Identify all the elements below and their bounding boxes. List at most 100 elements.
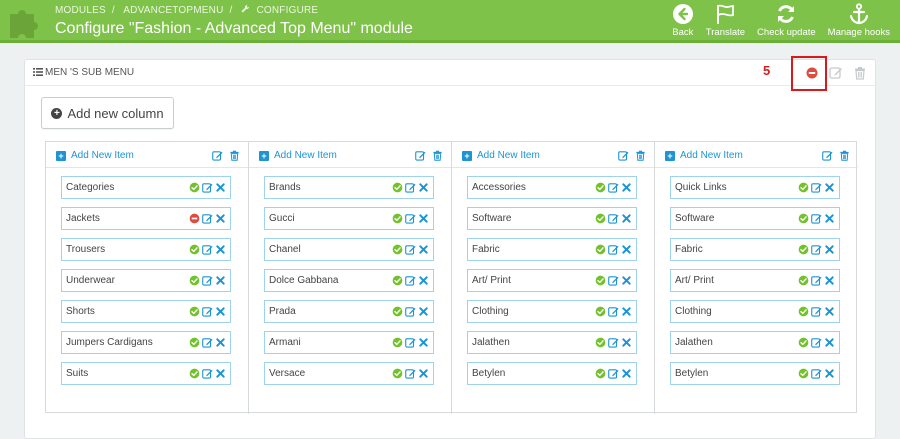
add-new-column-button[interactable]: + Add new column — [41, 97, 174, 129]
manage-hooks-button[interactable]: Manage hooks — [822, 3, 896, 38]
trash-icon[interactable] — [635, 150, 646, 161]
edit-icon[interactable] — [405, 368, 416, 379]
delete-x-icon[interactable] — [215, 244, 226, 255]
enabled-check-icon[interactable] — [798, 182, 809, 193]
enabled-check-icon[interactable] — [595, 337, 606, 348]
delete-x-icon[interactable] — [824, 337, 835, 348]
enabled-check-icon[interactable] — [392, 306, 403, 317]
delete-x-icon[interactable] — [824, 275, 835, 286]
menu-item[interactable]: Quick Links — [670, 176, 840, 199]
delete-x-icon[interactable] — [418, 182, 429, 193]
edit-icon[interactable] — [202, 337, 213, 348]
delete-x-icon[interactable] — [418, 275, 429, 286]
menu-item[interactable]: Suits — [61, 362, 231, 385]
enabled-check-icon[interactable] — [392, 337, 403, 348]
edit-icon[interactable] — [415, 150, 426, 161]
edit-icon[interactable] — [811, 337, 822, 348]
add-new-item-button[interactable]: + Add New Item — [665, 150, 743, 161]
delete-x-icon[interactable] — [418, 306, 429, 317]
edit-icon[interactable] — [202, 306, 213, 317]
menu-item[interactable]: Art/ Print — [467, 269, 637, 292]
enabled-check-icon[interactable] — [189, 306, 200, 317]
edit-icon[interactable] — [811, 275, 822, 286]
delete-x-icon[interactable] — [621, 306, 632, 317]
back-button[interactable]: Back — [666, 3, 700, 38]
enabled-check-icon[interactable] — [595, 275, 606, 286]
menu-item[interactable]: Prada — [264, 300, 434, 323]
menu-item[interactable]: Dolce Gabbana — [264, 269, 434, 292]
edit-icon[interactable] — [405, 213, 416, 224]
delete-x-icon[interactable] — [621, 244, 632, 255]
disabled-status-icon[interactable] — [805, 66, 819, 80]
edit-icon[interactable] — [212, 150, 223, 161]
delete-x-icon[interactable] — [824, 244, 835, 255]
menu-item[interactable]: Versace — [264, 362, 434, 385]
menu-item[interactable]: Art/ Print — [670, 269, 840, 292]
check-update-button[interactable]: Check update — [751, 3, 822, 38]
delete-x-icon[interactable] — [215, 368, 226, 379]
translate-button[interactable]: Translate — [700, 3, 751, 38]
add-new-item-button[interactable]: + Add New Item — [56, 150, 134, 161]
edit-icon[interactable] — [202, 244, 213, 255]
delete-x-icon[interactable] — [824, 182, 835, 193]
edit-icon[interactable] — [608, 306, 619, 317]
enabled-check-icon[interactable] — [595, 306, 606, 317]
delete-x-icon[interactable] — [621, 275, 632, 286]
delete-x-icon[interactable] — [824, 368, 835, 379]
delete-x-icon[interactable] — [418, 368, 429, 379]
delete-x-icon[interactable] — [621, 182, 632, 193]
delete-x-icon[interactable] — [215, 275, 226, 286]
menu-item[interactable]: Software — [670, 207, 840, 230]
menu-item[interactable]: Trousers — [61, 238, 231, 261]
menu-item[interactable]: Clothing — [670, 300, 840, 323]
enabled-check-icon[interactable] — [189, 275, 200, 286]
menu-item[interactable]: Jalathen — [467, 331, 637, 354]
enabled-check-icon[interactable] — [595, 368, 606, 379]
delete-x-icon[interactable] — [621, 213, 632, 224]
delete-x-icon[interactable] — [824, 306, 835, 317]
edit-icon[interactable] — [618, 150, 629, 161]
menu-item[interactable]: Betylen — [467, 362, 637, 385]
menu-item[interactable]: Betylen — [670, 362, 840, 385]
enabled-check-icon[interactable] — [798, 213, 809, 224]
edit-icon[interactable] — [811, 182, 822, 193]
enabled-check-icon[interactable] — [189, 337, 200, 348]
menu-item[interactable]: Jackets — [61, 207, 231, 230]
edit-icon[interactable] — [405, 306, 416, 317]
menu-item[interactable]: Clothing — [467, 300, 637, 323]
add-new-item-button[interactable]: + Add New Item — [462, 150, 540, 161]
enabled-check-icon[interactable] — [189, 244, 200, 255]
edit-icon[interactable] — [202, 182, 213, 193]
edit-icon[interactable] — [608, 244, 619, 255]
enabled-check-icon[interactable] — [798, 275, 809, 286]
menu-item[interactable]: Categories — [61, 176, 231, 199]
edit-icon[interactable] — [822, 150, 833, 161]
trash-icon[interactable] — [432, 150, 443, 161]
edit-icon[interactable] — [405, 244, 416, 255]
delete-x-icon[interactable] — [418, 244, 429, 255]
delete-x-icon[interactable] — [215, 337, 226, 348]
delete-x-icon[interactable] — [215, 306, 226, 317]
edit-icon[interactable] — [608, 337, 619, 348]
delete-x-icon[interactable] — [418, 213, 429, 224]
edit-icon[interactable] — [608, 213, 619, 224]
menu-item[interactable]: Jumpers Cardigans — [61, 331, 231, 354]
enabled-check-icon[interactable] — [798, 244, 809, 255]
enabled-check-icon[interactable] — [392, 213, 403, 224]
enabled-check-icon[interactable] — [595, 213, 606, 224]
breadcrumb-modules[interactable]: MODULES — [55, 5, 106, 16]
edit-icon[interactable] — [608, 368, 619, 379]
edit-icon[interactable] — [811, 213, 822, 224]
enabled-check-icon[interactable] — [798, 368, 809, 379]
menu-item[interactable]: Chanel — [264, 238, 434, 261]
delete-x-icon[interactable] — [621, 337, 632, 348]
trash-icon[interactable] — [839, 150, 850, 161]
edit-icon[interactable] — [829, 66, 843, 80]
add-new-item-button[interactable]: + Add New Item — [259, 150, 337, 161]
menu-item[interactable]: Shorts — [61, 300, 231, 323]
trash-icon[interactable] — [853, 66, 867, 80]
menu-item[interactable]: Accessories — [467, 176, 637, 199]
menu-item[interactable]: Software — [467, 207, 637, 230]
enabled-check-icon[interactable] — [595, 182, 606, 193]
delete-x-icon[interactable] — [824, 213, 835, 224]
